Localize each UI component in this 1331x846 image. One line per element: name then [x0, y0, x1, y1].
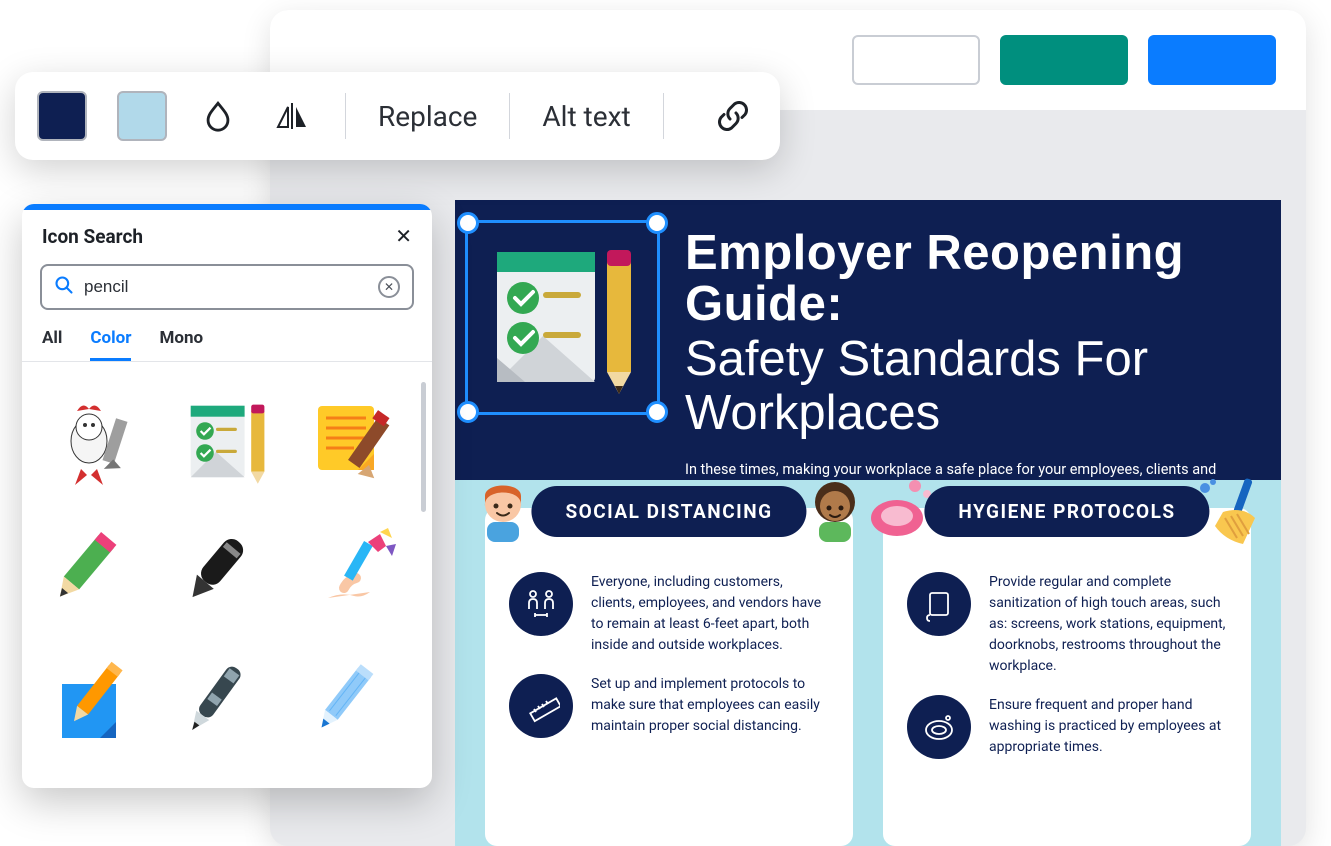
icon-result-checklist-pencil[interactable]	[169, 382, 286, 502]
toolbar-separator	[663, 93, 664, 139]
selection-handle-bl[interactable]	[457, 401, 479, 423]
panel-header: Icon Search ✕	[22, 210, 432, 258]
selected-icon[interactable]	[465, 220, 660, 415]
section-social-distancing[interactable]: SOCIAL DISTANCING Everyone, including cu…	[485, 508, 853, 846]
link-icon[interactable]	[708, 91, 758, 141]
search-icon	[54, 275, 74, 299]
icon-result-light-blue-pencil[interactable]	[297, 646, 414, 766]
tab-all[interactable]: All	[42, 328, 62, 361]
icon-result-note-pencil-yellow[interactable]	[297, 382, 414, 502]
bullet-text[interactable]: Provide regular and complete sanitizatio…	[989, 572, 1227, 677]
bullet-row: Ensure frequent and proper hand washing …	[907, 695, 1227, 759]
color-swatch-primary[interactable]	[37, 91, 87, 141]
flip-icon[interactable]	[269, 91, 319, 141]
icon-result-hand-drawing-pencil[interactable]	[297, 514, 414, 634]
bullet-icon-ruler	[509, 674, 573, 738]
infographic-lower: SOCIAL DISTANCING Everyone, including cu…	[455, 480, 1281, 846]
editor-button-green[interactable]	[1000, 35, 1128, 85]
editor-button-outline[interactable]	[852, 35, 980, 85]
selection-handle-tr[interactable]	[646, 212, 668, 234]
bullet-row: Everyone, including customers, clients, …	[509, 572, 829, 656]
avatar-person-2	[803, 478, 867, 542]
panel-title: Icon Search	[42, 225, 143, 248]
icon-result-mechanical-pencil[interactable]	[169, 646, 286, 766]
bullet-row: Provide regular and complete sanitizatio…	[907, 572, 1227, 677]
panel-tabs: All Color Mono	[22, 320, 432, 362]
icon-search-panel: Icon Search ✕ ✕ All Color Mono	[22, 204, 432, 788]
floating-toolbar: Replace Alt text	[15, 72, 780, 160]
replace-button[interactable]: Replace	[372, 100, 483, 133]
section-heading[interactable]: SOCIAL DISTANCING	[531, 486, 806, 537]
bullet-row: Set up and implement protocols to make s…	[509, 674, 829, 738]
checklist-pencil-icon	[483, 238, 643, 398]
bullet-text[interactable]: Ensure frequent and proper hand washing …	[989, 695, 1227, 758]
color-swatch-secondary[interactable]	[117, 91, 167, 141]
selection-handle-br[interactable]	[646, 401, 668, 423]
section-hygiene-protocols[interactable]: HYGIENE PROTOCOLS Provide regular and co…	[883, 508, 1251, 846]
close-icon[interactable]: ✕	[395, 224, 412, 248]
editor-button-blue[interactable]	[1148, 35, 1276, 85]
search-input[interactable]	[74, 277, 378, 297]
infographic-title[interactable]: Employer Reopening Guide:	[685, 228, 1241, 331]
section-heading[interactable]: HYGIENE PROTOCOLS	[924, 486, 1209, 537]
bullet-text[interactable]: Set up and implement protocols to make s…	[591, 674, 829, 737]
search-field[interactable]: ✕	[40, 264, 414, 310]
opacity-icon[interactable]	[193, 91, 243, 141]
icon-result-sticky-note-pencil[interactable]	[40, 646, 157, 766]
infographic-subtitle[interactable]: Safety Standards For Workplaces	[685, 333, 1241, 441]
icon-result-black-pencil[interactable]	[169, 514, 286, 634]
bullet-icon-distance	[509, 572, 573, 636]
alt-text-button[interactable]: Alt text	[536, 100, 636, 133]
bullet-text[interactable]: Everyone, including customers, clients, …	[591, 572, 829, 656]
icon-results-grid	[22, 362, 432, 788]
icon-result-rocket-mascot-pencil[interactable]	[40, 382, 157, 502]
infographic-canvas[interactable]: Employer Reopening Guide: Safety Standar…	[455, 200, 1281, 846]
toolbar-separator	[509, 93, 510, 139]
tab-color[interactable]: Color	[90, 328, 131, 361]
clear-icon[interactable]: ✕	[378, 276, 400, 298]
avatar-person-1	[471, 478, 535, 542]
bullet-icon-sanitize	[907, 572, 971, 636]
scrollbar[interactable]	[421, 382, 426, 512]
icon-result-green-pencil[interactable]	[40, 514, 157, 634]
tab-mono[interactable]: Mono	[159, 328, 203, 361]
bullet-icon-handwash	[907, 695, 971, 759]
toolbar-separator	[345, 93, 346, 139]
selection-handle-tl[interactable]	[457, 212, 479, 234]
